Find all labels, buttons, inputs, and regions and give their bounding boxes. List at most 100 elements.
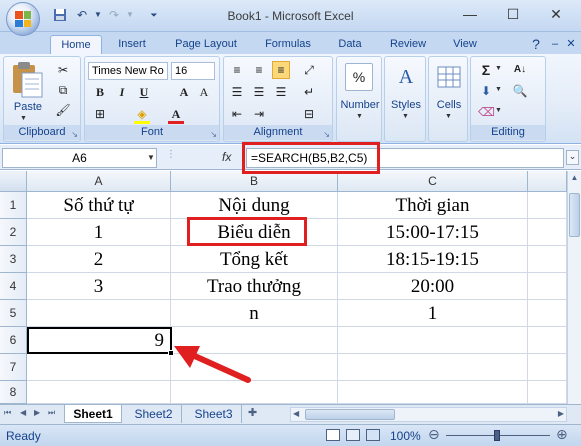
cell-b1[interactable]: Nội dung	[171, 192, 338, 219]
orientation-icon[interactable]: ⤢	[300, 61, 318, 79]
scroll-thumb[interactable]	[569, 193, 580, 237]
first-sheet-icon[interactable]: ⏮	[4, 408, 11, 418]
row-header-5[interactable]: 5	[0, 300, 27, 327]
zoom-in-icon[interactable]: ⊕	[556, 426, 568, 443]
autosum-dropdown-icon[interactable]: ▼	[495, 65, 502, 72]
row-header-7[interactable]: 7	[0, 354, 27, 381]
cells-icon[interactable]	[437, 63, 461, 91]
help-icon[interactable]: ?	[528, 35, 544, 54]
cell-c7[interactable]	[338, 354, 528, 381]
row-header-8[interactable]: 8	[0, 381, 27, 404]
scroll-up-icon[interactable]: ▲	[569, 173, 580, 187]
align-top-icon[interactable]: ≡	[228, 61, 246, 79]
styles-button[interactable]: Styles	[385, 99, 427, 111]
number-button[interactable]: Number	[337, 99, 383, 111]
name-box[interactable]: A6	[2, 148, 157, 168]
alignment-launcher-icon[interactable]: ↘	[323, 130, 330, 139]
row-header-6[interactable]: 6	[0, 327, 27, 354]
tab-page-layout[interactable]: Page Layout	[168, 35, 244, 54]
copy-icon[interactable]: ⧉	[54, 81, 72, 99]
font-name-box[interactable]: Times New Ro	[88, 62, 168, 80]
cells-dropdown-icon[interactable]: ▼	[445, 113, 452, 120]
last-sheet-icon[interactable]: ⏭	[48, 408, 55, 418]
merge-center-icon[interactable]: ⊟	[300, 105, 318, 123]
align-bottom-icon[interactable]: ≡	[272, 61, 290, 79]
cell-d5[interactable]	[528, 300, 567, 327]
cell-a8[interactable]	[27, 381, 171, 404]
column-header-b[interactable]: B	[171, 171, 338, 192]
tab-view[interactable]: View	[446, 35, 484, 54]
zoom-slider-thumb[interactable]	[494, 430, 500, 441]
column-header-c[interactable]: C	[338, 171, 528, 192]
prev-sheet-icon[interactable]: ◀	[20, 408, 26, 417]
fill-dropdown-icon[interactable]: ▼	[495, 86, 502, 93]
cell-b5[interactable]: n	[171, 300, 338, 327]
clear-icon[interactable]: ⌫	[477, 103, 495, 121]
sheet-tab-sheet1[interactable]: Sheet1	[64, 405, 122, 423]
cell-c2[interactable]: 15:00-17:15	[338, 219, 528, 246]
fill-icon[interactable]: ⬇	[477, 82, 495, 100]
bold-icon[interactable]: B	[91, 83, 109, 101]
column-header-d[interactable]	[528, 171, 567, 192]
sheet-tab-sheet2[interactable]: Sheet2	[126, 405, 182, 423]
styles-icon[interactable]: A	[393, 63, 419, 91]
font-launcher-icon[interactable]: ↘	[210, 130, 217, 139]
cell-a1[interactable]: Số thứ tự	[27, 192, 171, 219]
grow-font-icon[interactable]: A	[175, 83, 193, 101]
maximize-icon[interactable]: ☐	[500, 4, 526, 24]
select-all-corner[interactable]	[0, 171, 27, 192]
row-header-3[interactable]: 3	[0, 246, 27, 273]
cell-b4[interactable]: Trao thưởng	[171, 273, 338, 300]
percent-icon[interactable]: %	[345, 63, 373, 91]
name-box-dropdown-icon[interactable]: ▼	[147, 153, 155, 162]
align-middle-icon[interactable]: ≡	[250, 61, 268, 79]
cell-c1[interactable]: Thời gian	[338, 192, 528, 219]
paste-dropdown-icon[interactable]: ▼	[20, 115, 27, 122]
tab-formulas[interactable]: Formulas	[258, 35, 318, 54]
paste-icon[interactable]	[10, 61, 46, 101]
cells-button[interactable]: Cells	[429, 99, 469, 111]
zoom-out-icon[interactable]: ⊖	[428, 426, 440, 443]
cell-c6[interactable]	[338, 327, 528, 354]
sheet-tab-sheet3[interactable]: Sheet3	[186, 405, 242, 423]
cell-d8[interactable]	[528, 381, 567, 404]
insert-sheet-icon[interactable]: ✚	[248, 406, 268, 422]
tab-insert[interactable]: Insert	[108, 35, 156, 54]
cell-a2[interactable]: 1	[27, 219, 171, 246]
increase-indent-icon[interactable]: ⇥	[250, 105, 268, 123]
cell-c4[interactable]: 20:00	[338, 273, 528, 300]
align-left-icon[interactable]: ☰	[228, 83, 246, 101]
clipboard-launcher-icon[interactable]: ↘	[71, 130, 78, 139]
zoom-level[interactable]: 100%	[390, 429, 421, 443]
cell-d7[interactable]	[528, 354, 567, 381]
align-right-icon[interactable]: ☰	[272, 83, 290, 101]
find-select-icon[interactable]: 🔍	[511, 82, 529, 100]
cell-a4[interactable]: 3	[27, 273, 171, 300]
number-dropdown-icon[interactable]: ▼	[356, 113, 363, 120]
styles-dropdown-icon[interactable]: ▼	[402, 113, 409, 120]
cell-d2[interactable]	[528, 219, 567, 246]
italic-icon[interactable]: I	[113, 83, 131, 101]
normal-view-icon[interactable]	[326, 429, 340, 441]
cut-icon[interactable]: ✂	[54, 61, 72, 79]
center-icon[interactable]: ☰	[250, 83, 268, 101]
tab-data[interactable]: Data	[332, 35, 368, 54]
cell-b3[interactable]: Tổng kết	[171, 246, 338, 273]
cell-a7[interactable]	[27, 354, 171, 381]
expand-formula-bar-icon[interactable]: ⌄	[566, 150, 579, 165]
sort-filter-icon[interactable]: A↓	[511, 61, 529, 79]
ribbon-close-icon[interactable]: ✕	[564, 35, 578, 54]
decrease-indent-icon[interactable]: ⇤	[228, 105, 246, 123]
scroll-right-icon[interactable]: ▶	[558, 409, 564, 418]
cell-d4[interactable]	[528, 273, 567, 300]
clear-dropdown-icon[interactable]: ▼	[495, 107, 502, 114]
cell-d6[interactable]	[528, 327, 567, 354]
scroll-left-icon[interactable]: ◀	[293, 409, 299, 418]
close-icon[interactable]: ✕	[543, 4, 569, 24]
wrap-text-icon[interactable]: ↵	[300, 83, 318, 101]
insert-function-icon[interactable]: fx	[222, 150, 231, 164]
format-painter-icon[interactable]: 🖌	[54, 101, 72, 119]
cell-a5[interactable]	[27, 300, 171, 327]
column-header-a[interactable]: A	[27, 171, 171, 192]
ribbon-minimize-icon[interactable]: –	[548, 35, 562, 54]
